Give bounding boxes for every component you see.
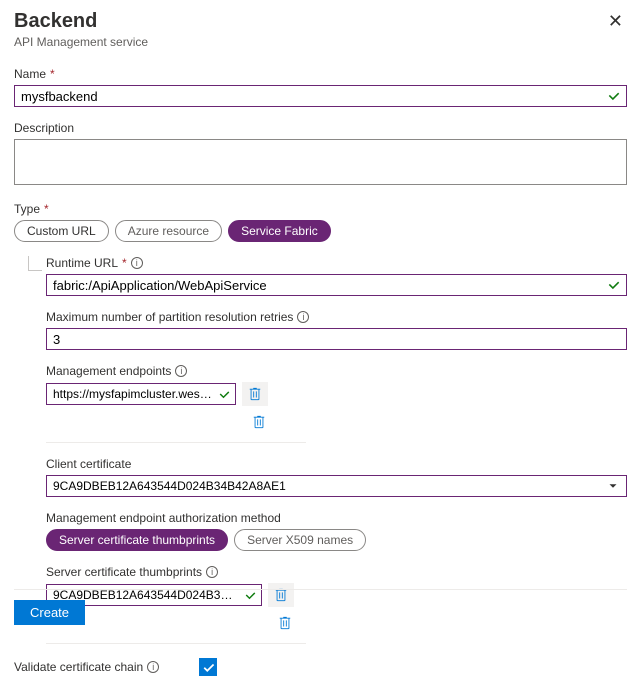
auth-method-pill-group: Server certificate thumbprints Server X5… (46, 529, 627, 551)
type-option-service-fabric[interactable]: Service Fabric (228, 220, 331, 242)
auth-option-x509[interactable]: Server X509 names (234, 529, 366, 551)
info-icon[interactable]: i (147, 661, 159, 673)
section-divider (46, 442, 306, 443)
type-label: Type* (14, 202, 627, 216)
info-icon[interactable]: i (297, 311, 309, 323)
name-input[interactable] (14, 85, 627, 107)
delete-endpoint-button[interactable] (242, 382, 268, 406)
validate-chain-checkbox[interactable] (199, 658, 217, 676)
type-option-azure-resource[interactable]: Azure resource (115, 220, 222, 242)
panel-header: Backend API Management service ✕ (14, 10, 627, 49)
validate-chain-label: Validate certificate chain i (14, 660, 159, 674)
auth-method-label: Management endpoint authorization method (46, 511, 627, 525)
mgmt-endpoint-input[interactable] (46, 383, 236, 405)
server-thumbprints-label: Server certificate thumbprints i (46, 565, 627, 579)
type-pill-group: Custom URL Azure resource Service Fabric (14, 220, 627, 242)
max-retries-input[interactable] (46, 328, 627, 350)
info-icon[interactable]: i (131, 257, 143, 269)
required-asterisk: * (44, 202, 49, 216)
create-button[interactable]: Create (14, 600, 85, 625)
max-retries-label: Maximum number of partition resolution r… (46, 310, 627, 324)
info-icon[interactable]: i (206, 566, 218, 578)
required-asterisk: * (50, 67, 55, 81)
mgmt-endpoint-row (46, 382, 627, 406)
page-subtitle: API Management service (14, 35, 148, 49)
client-cert-label: Client certificate (46, 457, 627, 471)
description-input[interactable] (14, 139, 627, 185)
type-option-custom-url[interactable]: Custom URL (14, 220, 109, 242)
checkmark-icon (202, 661, 215, 674)
client-cert-select[interactable]: 9CA9DBEB12A643544D024B34B42A8AE1 (46, 475, 627, 497)
panel-footer: Create (14, 589, 627, 625)
auth-option-thumbprints[interactable]: Server certificate thumbprints (46, 529, 228, 551)
info-icon[interactable]: i (175, 365, 187, 377)
section-divider (46, 643, 306, 644)
runtime-url-input[interactable] (46, 274, 627, 296)
page-title: Backend (14, 10, 148, 33)
trash-icon (248, 387, 262, 401)
mgmt-endpoints-label: Management endpoints i (46, 364, 627, 378)
close-icon[interactable]: ✕ (604, 10, 627, 32)
indent-connector (28, 256, 42, 271)
required-asterisk: * (122, 256, 127, 270)
description-label: Description (14, 121, 627, 135)
runtime-url-label: Runtime URL* i (46, 256, 627, 270)
trash-icon (252, 415, 266, 429)
delete-all-endpoints-button[interactable] (246, 410, 272, 434)
validate-chain-row: Validate certificate chain i (14, 658, 627, 676)
name-label: Name* (14, 67, 627, 81)
